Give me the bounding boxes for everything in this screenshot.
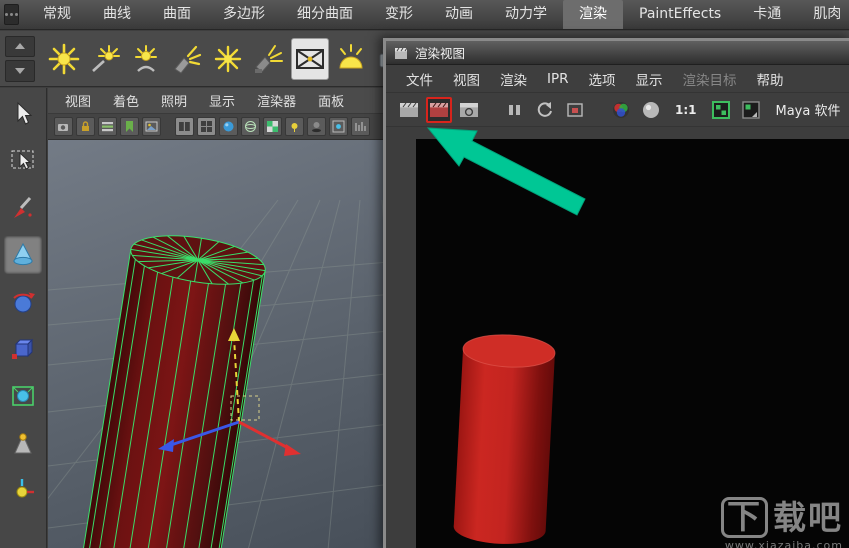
smooth-shade-icon[interactable] — [219, 117, 238, 136]
zoom-1to1-button[interactable]: 1:1 — [668, 103, 704, 117]
render-view-menubar: 文件 视图 渲染 IPR 选项 显示 渲染目标 帮助 — [386, 65, 849, 93]
redo-previous-render-icon[interactable] — [426, 96, 452, 123]
ipr-render-icon[interactable] — [456, 97, 482, 123]
watermark-title: 载吧 — [773, 497, 843, 537]
menu-general[interactable]: 常规 — [27, 0, 87, 29]
spot-light-icon[interactable] — [250, 38, 288, 80]
menu-rendering[interactable]: 渲染 — [563, 0, 623, 29]
menu-surfaces[interactable]: 曲面 — [147, 0, 207, 29]
menu-curves[interactable]: 曲线 — [87, 0, 147, 29]
ambient-light-icon[interactable] — [332, 38, 370, 80]
main-menubar: 常规 曲线 曲面 多边形 细分曲面 变形 动画 动力学 渲染 PaintEffe… — [0, 0, 849, 30]
show-manipulator-icon[interactable] — [4, 471, 42, 509]
camera-attributes-icon[interactable] — [98, 117, 117, 136]
renderer-select[interactable]: Maya 软件 — [776, 100, 841, 119]
shelf-switcher — [5, 35, 35, 82]
rgb-channels-icon[interactable] — [608, 97, 634, 123]
shadows-icon[interactable] — [307, 117, 326, 136]
rv-menu-file[interactable]: 文件 — [396, 69, 443, 89]
select-camera-icon[interactable] — [54, 117, 73, 136]
rendered-image — [453, 334, 556, 544]
alpha-channel-icon[interactable] — [638, 97, 664, 123]
menu-grip-icon[interactable] — [4, 4, 19, 25]
menu-dynamics[interactable]: 动力学 — [489, 0, 563, 29]
render-view-window: 渲染视图 文件 视图 渲染 IPR 选项 显示 渲染目标 帮助 1:1 Maya… — [383, 38, 849, 548]
rv-menu-render-target: 渲染目标 — [682, 72, 737, 89]
rv-menu-ipr[interactable]: IPR — [537, 71, 579, 87]
lasso-select-tool-icon[interactable] — [4, 142, 42, 180]
menu-polygons[interactable]: 多边形 — [207, 0, 281, 29]
viewport-menu-view[interactable]: 视图 — [54, 91, 102, 110]
isolate-select-icon[interactable] — [329, 117, 348, 136]
render-view-window-icon — [395, 47, 408, 59]
image-plane-icon[interactable] — [142, 117, 161, 136]
toolbox — [0, 88, 47, 548]
soft-modification-icon[interactable] — [4, 424, 42, 462]
render-canvas[interactable]: 下 载吧 www.xiazaiba.com — [416, 139, 849, 548]
paint-select-tool-icon[interactable] — [4, 189, 42, 227]
watermark: 下 载吧 www.xiazaiba.com — [721, 497, 843, 548]
maya-application-window: 常规 曲线 曲面 多边形 细分曲面 变形 动画 动力学 渲染 PaintEffe… — [0, 0, 849, 548]
viewport-menu-show[interactable]: 显示 — [198, 91, 246, 110]
watermark-logo-box: 下 — [721, 497, 768, 538]
move-tool-icon[interactable] — [4, 236, 42, 274]
stop-ipr-icon[interactable] — [562, 97, 588, 123]
select-tool-icon[interactable] — [4, 95, 42, 133]
keep-image-icon[interactable] — [708, 97, 734, 123]
universal-manipulator-icon[interactable] — [4, 377, 42, 415]
point-light-star-icon[interactable] — [209, 38, 247, 80]
rotate-tool-icon[interactable] — [4, 283, 42, 321]
wireframe-icon[interactable] — [241, 117, 260, 136]
textured-icon[interactable] — [263, 117, 282, 136]
menu-muscle[interactable]: 肌肉 — [797, 0, 849, 29]
rv-menu-render[interactable]: 渲染 — [490, 69, 537, 89]
rv-menu-help[interactable]: 帮助 — [747, 69, 794, 89]
refresh-ipr-icon[interactable] — [532, 97, 558, 123]
pause-ipr-icon[interactable] — [502, 97, 528, 123]
rv-menu-display[interactable]: 显示 — [626, 69, 673, 89]
menu-animation[interactable]: 动画 — [429, 0, 489, 29]
viewport-menu-renderer[interactable]: 渲染器 — [246, 91, 307, 110]
menu-painteffects[interactable]: PaintEffects — [623, 0, 737, 29]
lock-camera-icon[interactable] — [76, 117, 95, 136]
viewport-menu-lighting[interactable]: 照明 — [150, 91, 198, 110]
directional-light-icon[interactable] — [86, 38, 124, 80]
render-view-toolbar: 1:1 Maya 软件 — [386, 93, 849, 127]
bookmarks-icon[interactable] — [120, 117, 139, 136]
remove-image-icon[interactable] — [738, 97, 764, 123]
volume-light-icon[interactable] — [127, 38, 165, 80]
four-panes-icon[interactable] — [197, 117, 216, 136]
rv-menu-view[interactable]: 视图 — [443, 69, 490, 89]
render-view-content: 下 载吧 www.xiazaiba.com — [386, 127, 849, 548]
field-chart-icon[interactable] — [351, 117, 370, 136]
use-lights-icon[interactable] — [285, 117, 304, 136]
viewport-menu-shading[interactable]: 着色 — [102, 91, 150, 110]
scale-tool-icon[interactable] — [4, 330, 42, 368]
render-view-titlebar[interactable]: 渲染视图 — [386, 41, 849, 65]
shelf-up-button[interactable] — [5, 35, 35, 57]
point-light-icon[interactable] — [45, 38, 83, 80]
menu-toon[interactable]: 卡通 — [737, 0, 797, 29]
two-panes-icon[interactable] — [175, 117, 194, 136]
viewport-menu-panels[interactable]: 面板 — [307, 91, 355, 110]
render-current-frame-icon[interactable] — [396, 97, 422, 123]
render-view-title: 渲染视图 — [415, 46, 466, 61]
shelf-down-button[interactable] — [5, 60, 35, 82]
menu-deform[interactable]: 变形 — [369, 0, 429, 29]
rv-menu-options[interactable]: 选项 — [579, 69, 626, 89]
watermark-url: www.xiazaiba.com — [724, 539, 843, 548]
rendered-cylinder — [453, 334, 556, 544]
menu-subdivs[interactable]: 细分曲面 — [281, 0, 369, 29]
cylinder-wireframe — [76, 235, 266, 548]
spot-light-flash-icon[interactable] — [168, 38, 206, 80]
area-light-icon[interactable] — [291, 37, 329, 80]
